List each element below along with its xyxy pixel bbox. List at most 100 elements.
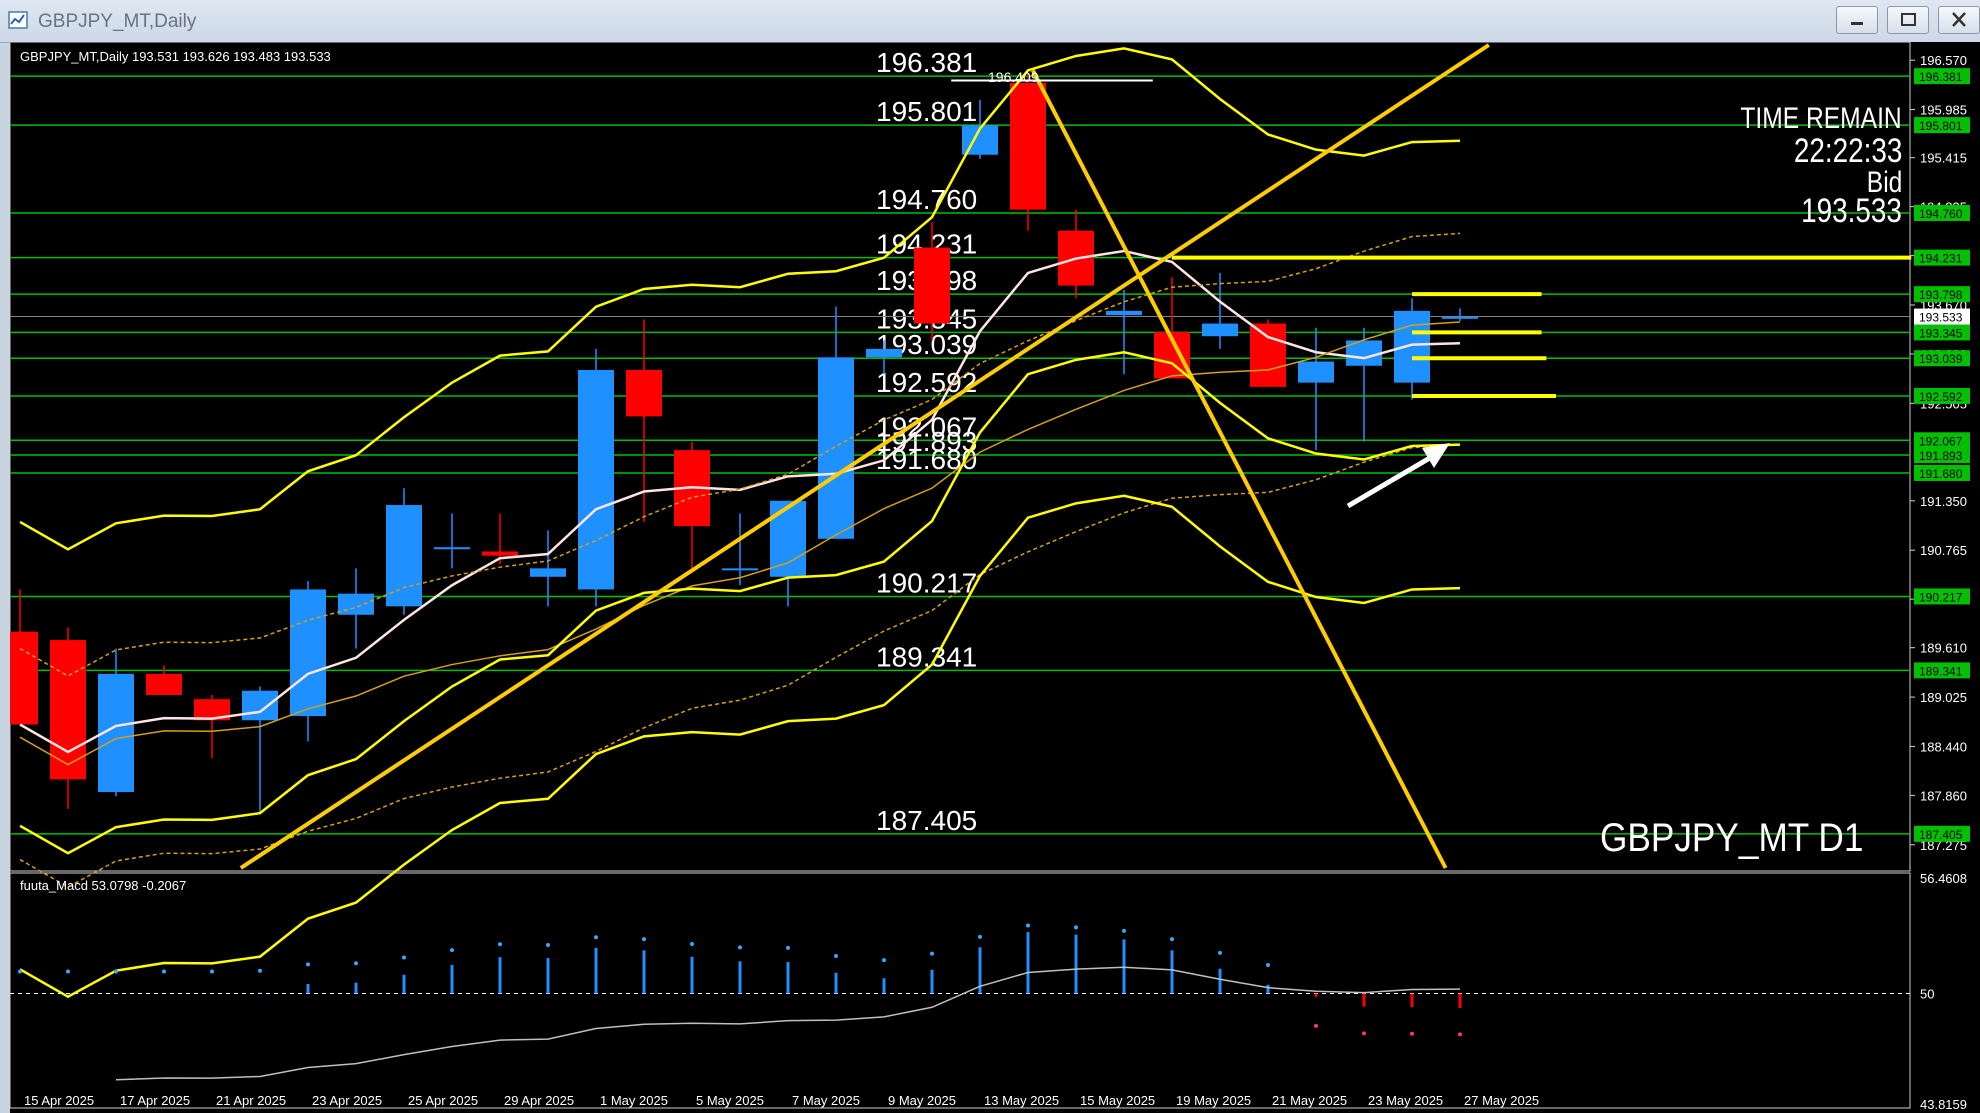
candle-body bbox=[386, 505, 422, 607]
price-axis-label: 190.765 bbox=[1920, 543, 1967, 558]
macd-signal-dot bbox=[450, 948, 454, 953]
macd-signal-dot bbox=[258, 968, 262, 973]
time-axis-label: 23 May 2025 bbox=[1368, 1093, 1443, 1108]
level-price-tag-text: 190.217 bbox=[1919, 590, 1963, 604]
descending-trend-line bbox=[1031, 69, 1448, 869]
time-axis-label: 29 Apr 2025 bbox=[504, 1093, 574, 1108]
level-price-tag-text: 194.760 bbox=[1919, 207, 1963, 221]
candle-body bbox=[482, 551, 518, 556]
candle-body bbox=[338, 593, 374, 615]
candle-body bbox=[242, 690, 278, 721]
level-label: 196.381 bbox=[876, 47, 977, 78]
candle-body bbox=[1106, 310, 1142, 316]
level-price-tag-text: 193.345 bbox=[1919, 326, 1963, 340]
macd-signal-dot bbox=[882, 958, 886, 963]
macd-signal-dot bbox=[930, 951, 934, 956]
time-axis-label: 27 May 2025 bbox=[1464, 1093, 1539, 1108]
macd-panel-border bbox=[10, 872, 1911, 1109]
current-price-tag-text: 193.533 bbox=[1919, 311, 1963, 325]
time-remain-label: TIME REMAIN bbox=[1740, 102, 1902, 135]
macd-signal-dot bbox=[1122, 928, 1126, 933]
time-axis-label: 13 May 2025 bbox=[984, 1093, 1059, 1108]
candle-body bbox=[1202, 323, 1238, 337]
macd-signal-dot bbox=[1026, 923, 1030, 928]
chart-window[interactable]: 196.381 195.801 194.760 194.231 193.798 193.3… bbox=[10, 42, 1980, 1113]
macd-signal-dot bbox=[642, 937, 646, 942]
macd-signal-dot bbox=[978, 934, 982, 939]
macd-signal-dot bbox=[1218, 950, 1222, 955]
candle-body bbox=[722, 568, 758, 571]
macd-signal-dot bbox=[354, 961, 358, 966]
level-price-tag-text: 193.798 bbox=[1919, 288, 1963, 302]
level-price-tag-text: 191.893 bbox=[1919, 449, 1963, 463]
level-price-tag-text: 196.381 bbox=[1919, 70, 1963, 84]
candle-body bbox=[578, 369, 614, 590]
level-label: 194.760 bbox=[876, 184, 977, 215]
candle-body bbox=[1442, 316, 1478, 319]
level-price-tag-text: 189.341 bbox=[1919, 664, 1963, 678]
time-axis-label: 15 Apr 2025 bbox=[24, 1093, 94, 1108]
price-axis-label: 189.025 bbox=[1920, 690, 1967, 705]
level-price-tag-text: 195.801 bbox=[1919, 119, 1963, 133]
minimize-button[interactable] bbox=[1836, 6, 1878, 34]
middle-band-line bbox=[19, 350, 1461, 855]
price-axis-label: 195.985 bbox=[1920, 103, 1967, 118]
macd-signal-dot bbox=[594, 935, 598, 940]
candle-body bbox=[626, 369, 662, 417]
restore-icon bbox=[1901, 13, 1916, 26]
maximize-button[interactable] bbox=[1887, 6, 1929, 34]
price-axis-label: 187.860 bbox=[1920, 788, 1967, 803]
lower-dotted-band bbox=[19, 443, 1461, 888]
time-axis-label: 23 Apr 2025 bbox=[312, 1093, 382, 1108]
candle-body bbox=[434, 547, 470, 550]
macd-signal-dot bbox=[834, 953, 838, 958]
indicator-info-label: fuuta_Macd 53.0798 -0.2067 bbox=[20, 878, 187, 893]
level-price-tag-text: 194.231 bbox=[1919, 252, 1963, 266]
macd-axis-label: 50 bbox=[1920, 986, 1934, 1001]
time-axis-label: 15 May 2025 bbox=[1080, 1093, 1155, 1108]
close-icon bbox=[1952, 12, 1966, 27]
close-button[interactable] bbox=[1938, 6, 1980, 34]
macd-signal-dot bbox=[1314, 1023, 1318, 1028]
minimize-icon bbox=[1851, 22, 1863, 25]
macd-signal-dot bbox=[1170, 937, 1174, 942]
macd-signal-dot bbox=[162, 969, 166, 974]
candle-body bbox=[10, 631, 38, 725]
level-label: 190.217 bbox=[876, 567, 977, 598]
chart-info-label: GBPJPY_MT,Daily 193.531 193.626 193.483 … bbox=[20, 49, 331, 64]
macd-signal-dot bbox=[738, 945, 742, 950]
candle-body bbox=[146, 673, 182, 695]
time-axis-label: 21 May 2025 bbox=[1272, 1093, 1347, 1108]
level-label: 195.801 bbox=[876, 96, 977, 127]
macd-signal-dot bbox=[1410, 1031, 1414, 1036]
macd-signal-dot bbox=[1266, 962, 1270, 967]
level-price-tag-text: 192.592 bbox=[1919, 390, 1963, 404]
price-axis-label: 191.350 bbox=[1920, 494, 1967, 509]
price-axis-label: 195.415 bbox=[1920, 151, 1967, 166]
price-axis-label: 189.610 bbox=[1920, 641, 1967, 656]
candle-body bbox=[1394, 310, 1430, 383]
macd-axis-label: 56.4608 bbox=[1920, 871, 1967, 886]
time-axis-label: 7 May 2025 bbox=[792, 1093, 860, 1108]
candle-body bbox=[818, 357, 854, 539]
time-axis-label: 25 Apr 2025 bbox=[408, 1093, 478, 1108]
time-axis-label: 1 May 2025 bbox=[600, 1093, 668, 1108]
macd-signal-dot bbox=[690, 941, 694, 946]
high-label: 196.409 bbox=[988, 69, 1039, 85]
macd-signal-dot bbox=[1458, 1032, 1462, 1037]
level-price-tag-text: 191.680 bbox=[1919, 467, 1963, 481]
macd-signal-dot bbox=[402, 955, 406, 960]
macd-signal-dot bbox=[546, 942, 550, 947]
price-chart[interactable]: 196.381 195.801 194.760 194.231 193.798 193.3… bbox=[10, 42, 1980, 1113]
candle-body bbox=[914, 247, 950, 324]
candle-body bbox=[290, 589, 326, 717]
macd-signal-dot bbox=[1074, 925, 1078, 930]
macd-signal-dot bbox=[306, 962, 310, 967]
bid-value: 193.533 bbox=[1801, 192, 1902, 230]
time-axis-label: 5 May 2025 bbox=[696, 1093, 764, 1108]
time-axis-label: 19 May 2025 bbox=[1176, 1093, 1251, 1108]
price-axis-label: 196.570 bbox=[1920, 53, 1967, 68]
price-axis-label: 188.440 bbox=[1920, 739, 1967, 754]
chart-window-icon bbox=[8, 11, 28, 29]
macd-signal-dot bbox=[114, 969, 118, 974]
